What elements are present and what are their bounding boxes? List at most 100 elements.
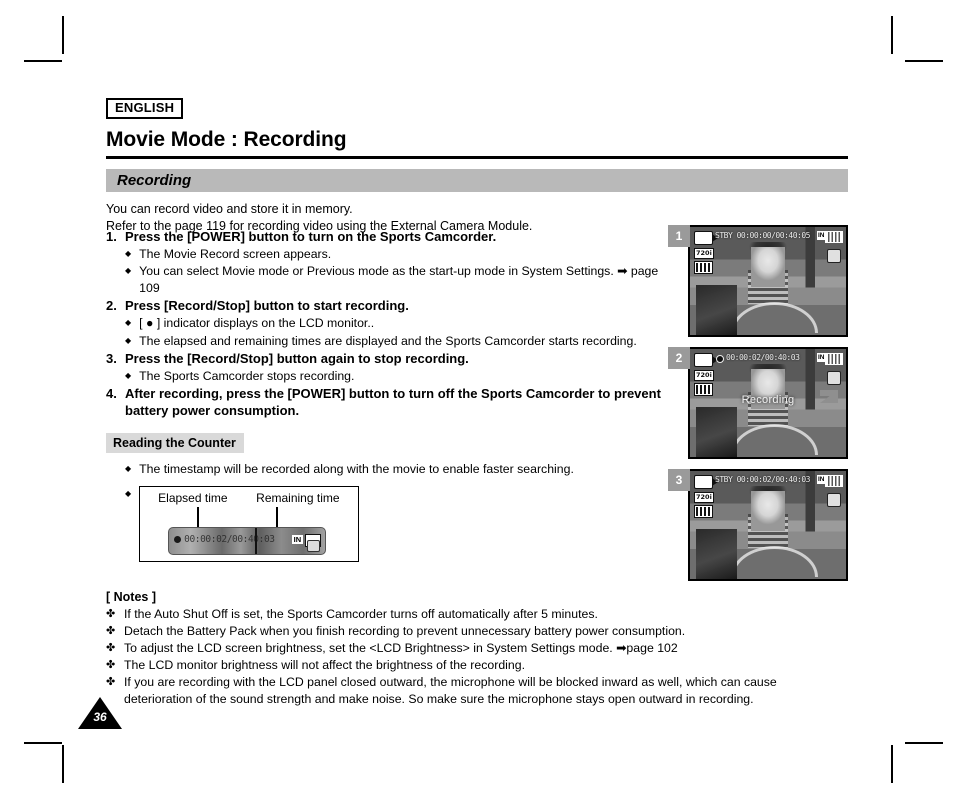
steps-list: 1. Press the [POWER] button to turn on t…: [106, 228, 681, 419]
club-bullet-icon: ✤: [106, 659, 116, 672]
step-3-bullet-1-text: The Sports Camcorder stops recording.: [139, 369, 355, 384]
battery-icon: [825, 353, 843, 365]
quality-icon: [694, 261, 713, 274]
step-4: 4. After recording, press the [POWER] bu…: [106, 385, 681, 419]
club-bullet-icon: ✤: [106, 608, 116, 620]
notes-title: [ Notes ]: [106, 590, 156, 604]
battery-icon: [825, 475, 843, 487]
note-text: To adjust the LCD screen brightness, set…: [124, 641, 678, 656]
step-2-bullet-2: ◆ The elapsed and remaining times are di…: [125, 333, 681, 349]
quality-icon: [694, 383, 713, 396]
step-1-bullet-2: ◆ You can select Movie mode or Previous …: [125, 263, 681, 296]
leader-line-remaining: [276, 506, 278, 529]
recording-overlay-text: Recording: [741, 393, 795, 406]
resolution-badge: 720i: [694, 492, 714, 503]
note-text: If the Auto Shut Off is set, the Sports …: [124, 607, 598, 621]
title-divider: [106, 156, 848, 159]
crop-mark-top-right-horizontal: [905, 60, 943, 62]
note-item: ✤ To adjust the LCD screen brightness, s…: [106, 640, 848, 657]
caption-elapsed-time: Elapsed time: [158, 490, 228, 505]
screenshot-2-frame: 720i 00:00:02/00:40:03 IN Recording: [688, 347, 848, 459]
crop-mark-bottom-right-vertical: [891, 745, 893, 783]
language-badge: ENGLISH: [106, 98, 184, 119]
note-text: The LCD monitor brightness will not affe…: [124, 658, 525, 673]
reading-counter-chip: Reading the Counter: [106, 433, 244, 454]
note-item: ✤ If the Auto Shut Off is set, the Sport…: [106, 606, 848, 623]
diamond-bullet-icon: ◆: [125, 464, 132, 474]
page-number-marker: 36: [78, 697, 122, 731]
note-item: ✤ The LCD monitor brightness will not af…: [106, 657, 848, 674]
diamond-bullet-icon: ◆: [125, 318, 132, 328]
screenshot-3-frame: 720i STBY 00:00:02/00:40:03 IN: [688, 469, 848, 581]
steps-column: 1. Press the [POWER] button to turn on t…: [106, 228, 681, 562]
counter-diagram-row: ◆ Elapsed time Remaining time 00:00:02/0…: [125, 485, 681, 562]
step-2-bullet-1-text: [ ● ] indicator displays on the LCD moni…: [139, 316, 375, 331]
screenshot-2-status: 00:00:02/00:40:03: [726, 353, 800, 362]
hand-strap-icon: [827, 249, 841, 263]
diamond-bullet-icon: ◆: [125, 371, 132, 381]
diamond-bullet-icon: ◆: [125, 335, 132, 345]
counter-diagram: Elapsed time Remaining time 00:00:02/00:…: [139, 485, 360, 562]
step-3-text: Press the [Record/Stop] button again to …: [125, 351, 469, 367]
screenshots-column: 1 720i STBY 00:00:00/00:40:05 IN 2 720i …: [668, 225, 850, 591]
counter-bullet: ◆ The timestamp will be recorded along w…: [125, 461, 681, 477]
counter-timecode: 00:00:02/00:40:03: [184, 533, 275, 545]
step-2-number: 2.: [106, 298, 117, 314]
manual-page: ENGLISH Movie Mode : Recording Recording…: [106, 98, 848, 718]
step-1-number: 1.: [106, 229, 117, 244]
crop-mark-bottom-left-vertical: [62, 745, 64, 783]
step-1-bullet-1-text: The Movie Record screen appears.: [139, 247, 332, 261]
counter-divider: [255, 527, 257, 554]
crop-mark-top-left-horizontal: [24, 60, 62, 62]
resolution-badge: 720i: [694, 370, 714, 381]
crop-mark-bottom-right-horizontal: [905, 742, 943, 744]
hand-strap-icon: [827, 493, 841, 507]
note-item: ✤ If you are recording with the LCD pane…: [106, 674, 848, 707]
crop-mark-bottom-left-horizontal: [24, 742, 62, 744]
lcd-osd-overlay: 720i 00:00:02/00:40:03 IN Recording: [690, 349, 846, 457]
note-item: ✤ Detach the Battery Pack when you finis…: [106, 623, 848, 640]
camcorder-mode-icon: [694, 475, 718, 489]
step-4-heading: 4. After recording, press the [POWER] bu…: [106, 385, 681, 419]
camcorder-mode-icon: [694, 353, 718, 367]
step-2-text: Press [Record/Stop] button to start reco…: [125, 298, 409, 314]
memory-in-badge: IN: [291, 534, 304, 544]
lcd-osd-overlay: 720i STBY 00:00:00/00:40:05 IN: [690, 227, 846, 335]
step-2-heading: 2. Press [Record/Stop] button to start r…: [106, 297, 681, 314]
step-2-bullet-1: ◆ [ ● ] indicator displays on the LCD mo…: [125, 315, 681, 331]
battery-icon: [825, 231, 843, 243]
step-4-number: 4.: [106, 386, 117, 402]
step-2-bullet-2-text: The elapsed and remaining times are disp…: [139, 333, 637, 348]
lcd-osd-overlay: 720i STBY 00:00:02/00:40:03 IN: [690, 471, 846, 579]
diamond-bullet-icon: ◆: [125, 249, 132, 258]
section-heading: Recording: [106, 169, 848, 192]
screenshot-1-status: STBY 00:00:00/00:40:05: [715, 231, 810, 240]
page-number: 36: [93, 710, 107, 724]
step-1: 1. Press the [POWER] button to turn on t…: [106, 228, 681, 296]
club-bullet-icon: ✤: [106, 642, 116, 655]
counter-bullet-text: The timestamp will be recorded along wit…: [139, 462, 574, 477]
diamond-bullet-icon: ◆: [125, 488, 132, 498]
record-dot-icon: [174, 535, 182, 543]
step-4-text: After recording, press the [POWER] butto…: [125, 386, 661, 419]
step-2: 2. Press [Record/Stop] button to start r…: [106, 297, 681, 349]
screenshot-1: 1 720i STBY 00:00:00/00:40:05 IN: [668, 225, 850, 337]
club-bullet-icon: ✤: [106, 625, 116, 638]
camcorder-mode-icon: [694, 231, 718, 245]
step-3-number: 3.: [106, 351, 117, 367]
page-title: Movie Mode : Recording: [106, 128, 347, 151]
hand-strap-icon: [307, 539, 321, 552]
crop-mark-top-right-vertical: [891, 16, 893, 54]
step-1-bullet-1: ◆ The Movie Record screen appears.: [125, 246, 681, 262]
screenshot-2-badge: 2: [668, 347, 690, 369]
step-1-bullet-2-text: You can select Movie mode or Previous mo…: [139, 264, 659, 295]
hand-strap-icon: [827, 371, 841, 385]
crop-mark-top-left-vertical: [62, 16, 64, 54]
intro-line-1: You can record video and store it in mem…: [106, 202, 353, 216]
notes-section: [ Notes ] ✤ If the Auto Shut Off is set,…: [106, 590, 848, 708]
caption-remaining-time: Remaining time: [256, 490, 340, 505]
note-text: If you are recording with the LCD panel …: [124, 675, 777, 706]
pointer-arrow-icon: [820, 390, 838, 404]
screenshot-3-badge: 3: [668, 469, 690, 491]
screenshot-3: 3 720i STBY 00:00:02/00:40:03 IN: [668, 469, 850, 581]
